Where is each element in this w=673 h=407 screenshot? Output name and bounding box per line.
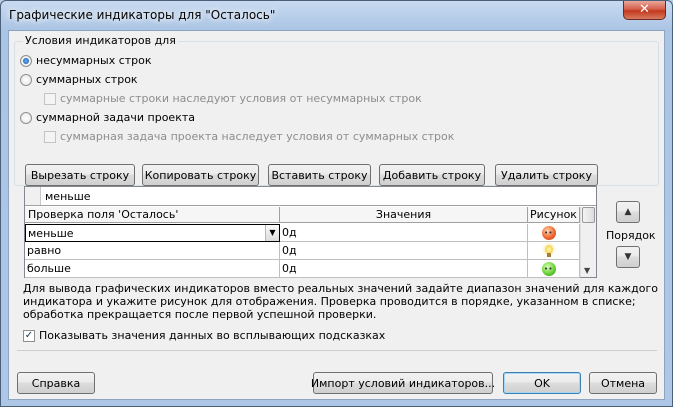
move-up-button[interactable]: ▲: [616, 201, 640, 223]
green-smiley-face-icon: [542, 261, 556, 277]
conditions-legend: Условия индикаторов для: [23, 34, 178, 47]
description-text: Для вывода графических индикаторов вмест…: [23, 282, 658, 321]
row-2-value-cell[interactable]: 0д: [280, 242, 528, 260]
scrollbar-thumb[interactable]: [582, 207, 595, 223]
radio-indicator[interactable]: [20, 111, 32, 124]
triangle-down-icon: ▼: [624, 252, 632, 262]
copy-row-button[interactable]: Копировать строку: [142, 164, 259, 186]
row-3-value-cell[interactable]: 0д: [280, 260, 528, 278]
checkbox-summary-inherit: суммарные строки наследуют условия от не…: [44, 92, 422, 105]
radio-summary-rows[interactable]: суммарных строк: [20, 73, 138, 86]
grid-edit-bar[interactable]: меньше: [25, 187, 596, 206]
radio-label: несуммарных строк: [36, 54, 152, 67]
paste-row-button[interactable]: Вставить строку: [268, 164, 371, 186]
row-1-test-cell[interactable]: меньше ▼: [25, 224, 280, 242]
red-sad-face-icon: [542, 225, 556, 241]
row-1-test-value: меньше: [28, 227, 74, 240]
radio-indicator[interactable]: [20, 73, 32, 86]
move-down-button[interactable]: ▼: [616, 246, 640, 268]
checkbox-indicator: [44, 92, 56, 105]
dialog-client-area: Условия индикаторов для несуммарных стро…: [8, 30, 665, 400]
row-3-test-cell[interactable]: больше: [25, 260, 280, 278]
checkmark-icon[interactable]: ✓: [23, 329, 35, 342]
cancel-button[interactable]: Отмена: [589, 372, 657, 394]
checkbox-label: Показывать значения данных во всплывающи…: [39, 329, 386, 342]
radio-label: суммарных строк: [36, 73, 138, 86]
grid-vertical-scrollbar[interactable]: ▼: [580, 207, 596, 277]
row-1-image-cell[interactable]: [528, 224, 580, 242]
dialog-window: Графические индикаторы для "Осталось" ✕ …: [0, 0, 673, 407]
checkbox-label: суммарная задача проекта наследует услов…: [60, 130, 455, 143]
row-selector[interactable]: [25, 187, 41, 205]
row-1-value-cell[interactable]: 0д: [280, 224, 528, 242]
triangle-up-icon: ▲: [624, 207, 632, 217]
row-3-image-cell[interactable]: [528, 260, 580, 278]
checkbox-indicator: [44, 130, 56, 143]
checkbox-project-inherit: суммарная задача проекта наследует услов…: [44, 130, 454, 143]
import-conditions-button[interactable]: Импорт условий индикаторов...: [311, 372, 495, 394]
conditions-group: Условия индикаторов для несуммарных стро…: [14, 34, 659, 186]
checkbox-label: суммарные строки наследуют условия от не…: [60, 92, 422, 105]
radio-nonsummary-rows[interactable]: несуммарных строк: [20, 54, 152, 67]
row-2-test-cell[interactable]: равно: [25, 242, 280, 260]
edit-bar-value[interactable]: меньше: [45, 190, 91, 203]
ok-button[interactable]: OK: [503, 372, 581, 394]
footer-divider: [17, 350, 657, 351]
show-tooltip-values-checkbox[interactable]: ✓ Показывать значения данных во всплываю…: [23, 329, 385, 342]
window-title: Графические индикаторы для "Осталось": [9, 8, 276, 22]
radio-label: суммарной задачи проекта: [36, 111, 195, 124]
scroll-down-arrow-icon[interactable]: ▼: [584, 266, 590, 275]
column-header-image[interactable]: Рисунок: [528, 207, 580, 223]
radio-project-summary[interactable]: суммарной задачи проекта: [20, 111, 195, 124]
cut-row-button[interactable]: Вырезать строку: [25, 164, 135, 186]
indicator-grid: меньше Проверка поля 'Осталось' Значения…: [24, 186, 597, 278]
close-button[interactable]: ✕: [623, 1, 666, 20]
title-bar[interactable]: Графические индикаторы для "Осталось" ✕: [1, 1, 672, 29]
help-button[interactable]: Справка: [17, 372, 95, 394]
row-2-image-cell[interactable]: [528, 242, 580, 260]
delete-row-button[interactable]: Удалить строку: [495, 164, 598, 186]
add-row-button[interactable]: Добавить строку: [379, 164, 485, 186]
yellow-lightbulb-icon: [542, 244, 556, 258]
chevron-down-icon[interactable]: ▼: [265, 225, 279, 241]
order-label: Порядок: [606, 229, 656, 242]
column-header-test[interactable]: Проверка поля 'Осталось': [25, 207, 280, 223]
column-header-values[interactable]: Значения: [280, 207, 528, 223]
radio-indicator[interactable]: [20, 54, 32, 67]
